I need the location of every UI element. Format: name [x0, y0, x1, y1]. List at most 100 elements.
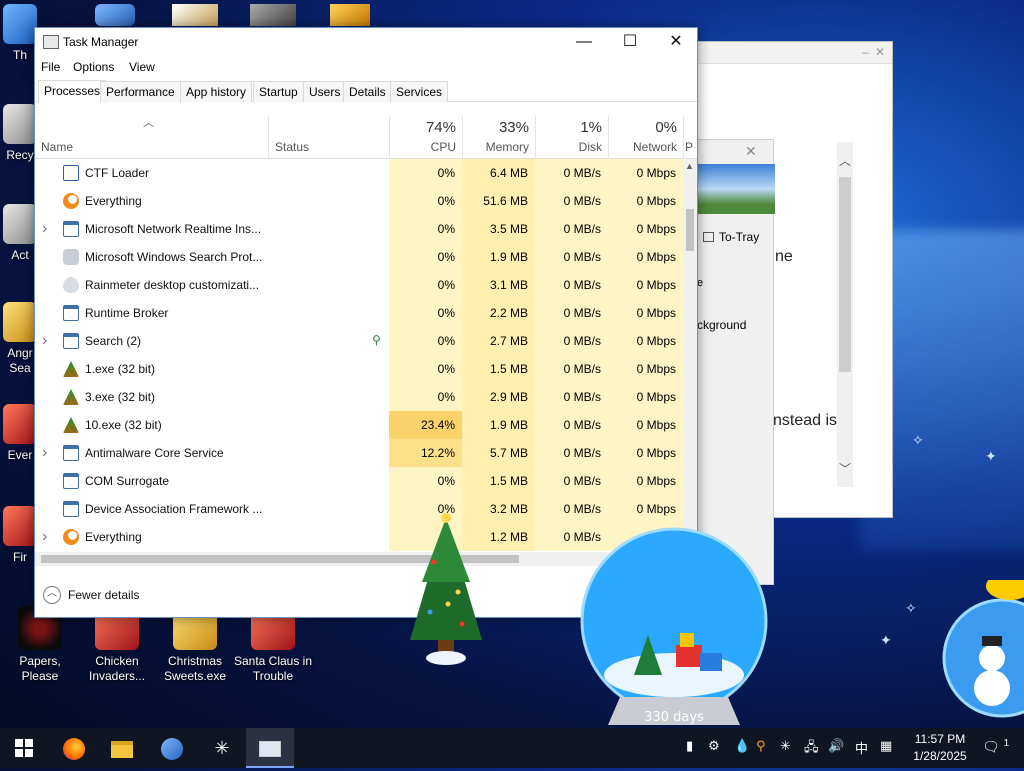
expand-chevron-icon[interactable]: ›	[42, 327, 47, 355]
column-power[interactable]: P	[683, 116, 697, 159]
menu-options[interactable]: Options	[73, 60, 114, 74]
chevron-up-icon[interactable]: ︿	[43, 586, 61, 604]
tab-details[interactable]: Details	[343, 81, 392, 102]
notification-center-button[interactable]: 🗨 1	[982, 738, 1009, 756]
taskbar-app[interactable]	[148, 728, 196, 768]
process-name: 3.exe (32 bit)	[85, 390, 156, 404]
taskbar-firefox[interactable]	[50, 728, 98, 768]
window-icon	[63, 501, 79, 517]
star-icon[interactable]: ✳	[780, 738, 791, 754]
close-icon[interactable]: ✕	[875, 45, 885, 59]
column-network[interactable]: 0% Network	[608, 116, 683, 159]
table-row[interactable]: › Search (2) ⚲ 0% 2.7 MB 0 MB/s 0 Mbps	[35, 327, 683, 355]
table-row[interactable]: 10.exe (32 bit) 23.4% 1.9 MB 0 MB/s 0 Mbps	[35, 411, 683, 439]
table-row[interactable]: Runtime Broker 0% 2.2 MB 0 MB/s 0 Mbps	[35, 299, 683, 327]
taskbar-rainmeter-star[interactable]: ✳	[198, 728, 246, 768]
menu-view[interactable]: View	[129, 60, 155, 74]
desktop-icon-top[interactable]	[172, 4, 218, 26]
minimize-button[interactable]: —	[561, 28, 607, 58]
title-bar[interactable]: Task Manager — ☐ ✕	[35, 28, 697, 58]
desktop-icon-label: Act	[11, 248, 29, 262]
sort-up-icon: ︿	[143, 117, 154, 129]
desktop-icon-label: Recy	[6, 148, 34, 162]
disk-value: 0 MB/s	[535, 159, 608, 187]
disk-value: 0 MB/s	[535, 355, 608, 383]
taskbar-task-manager[interactable]	[246, 728, 294, 768]
table-row[interactable]: Microsoft Windows Search Prot... 0% 1.9 MB…	[35, 243, 683, 271]
cpu-value: 0%	[389, 243, 462, 271]
search-magnifier-icon	[63, 193, 79, 209]
process-name: Antimalware Core Service	[85, 446, 224, 460]
tray-app-icon[interactable]: ▮	[686, 738, 693, 754]
desktop-icon-label: Angr Sea	[7, 346, 33, 375]
column-cpu[interactable]: 74% CPU	[389, 116, 462, 159]
chevron-up-icon[interactable]: ︿	[839, 152, 851, 169]
table-row[interactable]: CTF Loader 0% 6.4 MB 0 MB/s 0 Mbps	[35, 159, 683, 187]
rainmeter-drop-icon[interactable]: 💧	[734, 738, 750, 754]
menu-file[interactable]: File	[41, 60, 60, 74]
tab-services[interactable]: Services	[390, 81, 449, 102]
task-manager-icon	[43, 35, 59, 49]
scrollbar-thumb[interactable]	[686, 209, 694, 251]
keyboard-grid-icon[interactable]: ▦	[880, 738, 892, 754]
search-magnifier-icon	[63, 529, 79, 545]
background-window-scrollbar[interactable]: ︿ ﹀	[837, 142, 853, 487]
expand-chevron-icon[interactable]: ›	[42, 215, 47, 243]
snowflake-icon: ✦	[880, 632, 892, 648]
table-row[interactable]: › Microsoft Network Realtime Ins... 0% 3.5 …	[35, 215, 683, 243]
maximize-button[interactable]: ☐	[607, 28, 653, 58]
cpu-total: 74%	[425, 119, 456, 136]
process-name: Rainmeter desktop customizati...	[85, 278, 260, 292]
column-status[interactable]: Status	[268, 116, 389, 159]
column-cpu-label: CPU	[430, 140, 456, 154]
desktop-icon-top[interactable]	[250, 4, 296, 26]
everything-search-icon[interactable]: ⚲	[756, 738, 766, 754]
scrollbar-thumb[interactable]	[839, 177, 851, 372]
desktop-icon-top[interactable]	[95, 4, 135, 26]
cpu-value: 12.2%	[389, 439, 462, 467]
tab-users[interactable]: Users	[303, 81, 347, 102]
expand-chevron-icon[interactable]: ›	[42, 523, 47, 551]
network-icon[interactable]: 🖧	[804, 738, 819, 760]
fewer-details-link[interactable]: Fewer details	[68, 588, 139, 602]
disk-value: 0 MB/s	[535, 243, 608, 271]
column-disk[interactable]: 1% Disk	[535, 116, 608, 159]
table-row[interactable]: Rainmeter desktop customizati... 0% 3.1 MB…	[35, 271, 683, 299]
volume-icon[interactable]: 🔊	[828, 738, 844, 754]
tab-performance[interactable]: Performance	[100, 81, 181, 102]
process-name: 10.exe (32 bit)	[85, 418, 162, 432]
disk-value: 0 MB/s	[535, 187, 608, 215]
ime-indicator[interactable]: 中	[855, 738, 868, 757]
chevron-down-icon[interactable]: ﹀	[839, 460, 851, 477]
minimize-icon[interactable]: –	[862, 45, 869, 59]
scroll-up-icon[interactable]: ▲	[685, 161, 694, 171]
firefox-icon	[63, 738, 85, 761]
table-row[interactable]: Device Association Framework ... 0% 3.2 MB…	[35, 495, 683, 523]
inner-dialog[interactable]: ✕ To-Tray e ckground	[696, 139, 775, 585]
tab-app-history[interactable]: App history	[180, 81, 253, 102]
taskbar-file-explorer[interactable]	[98, 728, 146, 768]
close-icon[interactable]: ✕	[745, 143, 757, 160]
ctf-icon	[63, 165, 79, 181]
background-window-titlebar: – ✕	[697, 42, 892, 64]
desktop-icon-top[interactable]	[330, 4, 370, 26]
table-row[interactable]: 1.exe (32 bit) 0% 1.5 MB 0 MB/s 0 Mbps	[35, 355, 683, 383]
column-status-label: Status	[275, 140, 310, 154]
clock-date: 1/28/2025	[913, 749, 967, 763]
column-name[interactable]: ︿ Name	[35, 116, 268, 159]
clock[interactable]: 11:57 PM 1/28/2025	[906, 731, 974, 765]
vertical-scrollbar[interactable]: ▲ ▼	[683, 159, 697, 552]
close-button[interactable]: ✕	[653, 28, 699, 58]
process-name: 1.exe (32 bit)	[85, 362, 156, 376]
to-tray-button[interactable]: To-Tray	[697, 226, 771, 248]
table-row[interactable]: 3.exe (32 bit) 0% 2.9 MB 0 MB/s 0 Mbps	[35, 383, 683, 411]
table-row[interactable]: › Antimalware Core Service 12.2% 5.7 MB 0 MB…	[35, 439, 683, 467]
table-row[interactable]: COM Surrogate 0% 1.5 MB 0 MB/s 0 Mbps	[35, 467, 683, 495]
table-row[interactable]: Everything 0% 51.6 MB 0 MB/s 0 Mbps	[35, 187, 683, 215]
start-button[interactable]	[0, 728, 48, 768]
column-memory[interactable]: 33% Memory	[462, 116, 535, 159]
tab-startup[interactable]: Startup	[253, 81, 304, 102]
expand-chevron-icon[interactable]: ›	[42, 439, 47, 467]
tab-processes[interactable]: Processes	[38, 80, 107, 103]
tray-network-app-icon[interactable]: ⚙	[708, 738, 720, 754]
